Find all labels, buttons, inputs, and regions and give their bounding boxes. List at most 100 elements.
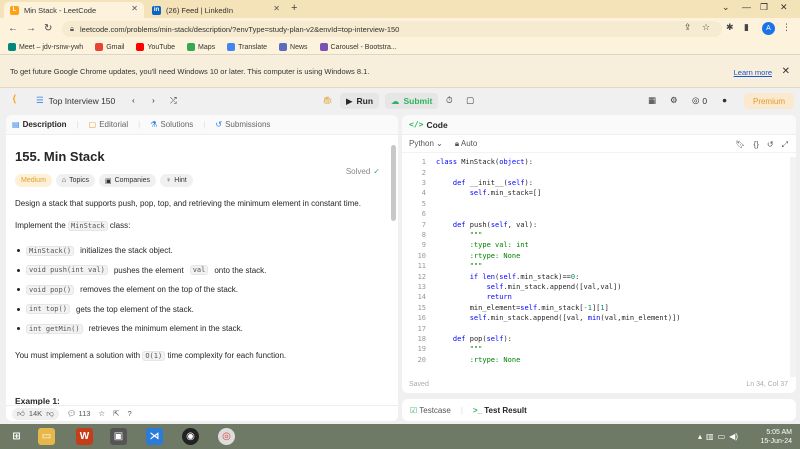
github-icon[interactable]: ◉ (182, 428, 199, 445)
leetcode-logo-icon[interactable]: ⟨ (12, 94, 17, 105)
tab-solutions[interactable]: ⚗ Solutions (150, 120, 193, 129)
bookmark-carousel[interactable]: Carousel - Bootstra... (319, 43, 397, 51)
app-window-icon[interactable]: ▣ (110, 428, 127, 445)
close-icon[interactable]: ✕ (782, 66, 790, 77)
timer-icon[interactable]: ⏱ (446, 95, 453, 106)
settings-gear-icon[interactable]: ⚙ (670, 95, 678, 106)
bookmark-meet[interactable]: Meet – jdv-rsnw-ywh (8, 43, 83, 51)
code-line[interactable]: 1 class MinStack(object): (402, 157, 533, 167)
back-icon[interactable]: ← (8, 23, 18, 34)
help-icon[interactable]: ? (127, 409, 131, 418)
code-line[interactable]: 11 """ (402, 261, 483, 271)
menu-kebab-icon[interactable]: ⋮ (782, 22, 791, 33)
prev-problem-icon[interactable]: ‹ (132, 95, 135, 105)
bookmark-translate[interactable]: Translate (227, 43, 267, 51)
sidepanel-icon[interactable]: ▮ (744, 22, 749, 33)
code-line[interactable]: 10 :rtype: None (402, 251, 521, 261)
code-line[interactable]: 5 (402, 199, 436, 209)
code-line[interactable]: 7 def push(self, val): (402, 219, 537, 229)
tab-test-result[interactable]: >_ Test Result (473, 406, 527, 415)
learn-more-link[interactable]: Learn more (734, 68, 772, 77)
minimize-icon[interactable]: — (742, 2, 751, 12)
battery-icon[interactable]: ▭ (718, 432, 726, 441)
premium-button[interactable]: Premium (744, 93, 794, 109)
code-line[interactable]: 14 return (402, 292, 512, 302)
code-line[interactable]: 4 self.min_stack=[] (402, 188, 542, 198)
code-line[interactable]: 20 :rtype: None (402, 355, 521, 365)
close-window-icon[interactable]: ✕ (780, 2, 788, 13)
tab-submissions[interactable]: ↺ Submissions (215, 120, 270, 129)
bookmark-icon[interactable]: 🔖︎ (735, 140, 745, 150)
reset-icon[interactable]: ↺ (767, 140, 774, 150)
tab-leetcode[interactable]: L Min Stack - LeetCode ✕ (4, 2, 144, 18)
volume-icon[interactable]: ◀) (729, 432, 738, 441)
thumbs-up-icon[interactable]: 👍︎ (17, 409, 25, 419)
tab-testcase[interactable]: ☑ Testcase (410, 406, 451, 415)
auto-mode-toggle[interactable]: 🔒︎ Auto (455, 139, 478, 149)
comments-button[interactable]: 💬︎ 113 (67, 409, 91, 418)
close-tab-icon[interactable]: ✕ (273, 4, 280, 13)
notes-icon[interactable]: ▢ (466, 95, 474, 106)
tab-editorial[interactable]: ▢ Editorial (89, 120, 128, 129)
clock[interactable]: 5:05 AM 15-Jun-24 (760, 428, 792, 446)
problem-title[interactable]: 155. Min Stack (15, 149, 389, 164)
code-line[interactable]: 15 min_element=self.min_stack[-1][1] (402, 303, 609, 313)
code-line[interactable]: 13 self.min_stack.append([val,val]) (402, 282, 622, 292)
new-tab-icon[interactable]: + (291, 2, 297, 14)
code-line[interactable]: 16 self.min_stack.append([val, min(val,m… (402, 313, 681, 323)
hint-badge[interactable]: ♀ Hint (160, 174, 193, 187)
close-tab-icon[interactable]: ✕ (131, 4, 138, 13)
code-line[interactable]: 6 (402, 209, 436, 219)
code-line[interactable]: 19 """ (402, 344, 483, 354)
user-avatar-icon[interactable]: ● (722, 95, 727, 105)
chevron-down-icon[interactable]: ⌄ (722, 2, 730, 13)
reload-icon[interactable]: ↻ (44, 23, 52, 34)
code-line[interactable]: 2 (402, 167, 436, 177)
chrome-icon[interactable]: ◎ (218, 428, 235, 445)
companies-badge[interactable]: ▣ Companies (98, 174, 157, 187)
file-explorer-icon[interactable]: ▭ (38, 428, 55, 445)
expand-icon[interactable]: ⤢ (782, 140, 788, 150)
restore-icon[interactable]: ❐ (760, 2, 768, 13)
thumbs-down-icon[interactable]: 👎︎ (46, 409, 54, 419)
bookmark-news[interactable]: News (279, 43, 308, 51)
bookmark-maps[interactable]: Maps (186, 43, 215, 51)
debug-icon[interactable]: 🐞︎ (322, 95, 333, 106)
bookmark-youtube[interactable]: YouTube (136, 43, 175, 51)
vscode-icon[interactable]: ⋊ (146, 428, 163, 445)
network-icon[interactable]: ▥ (706, 432, 714, 441)
profile-avatar[interactable]: A (762, 22, 775, 35)
format-braces-icon[interactable]: {} (754, 140, 759, 150)
layout-grid-icon[interactable]: ▦ (648, 95, 656, 106)
wps-office-icon[interactable]: W (76, 428, 93, 445)
topics-badge[interactable]: ⌂ Topics (55, 174, 95, 187)
editor-scrollbar[interactable] (790, 157, 796, 377)
code-line[interactable]: 12 if len(self.min_stack)==0: (402, 271, 580, 281)
tray-chevron-icon[interactable]: ▴ (698, 432, 702, 441)
code-editor[interactable]: 1 class MinStack(object): 2 3 def __init__(… (402, 157, 796, 371)
fire-streak-icon[interactable]: ◎ 0 (692, 95, 707, 106)
extensions-icon[interactable]: ✱ (726, 22, 734, 33)
share-icon[interactable]: ⇪ (684, 22, 692, 33)
code-line[interactable]: 8 """ (402, 230, 483, 240)
description-scrollbar[interactable] (391, 145, 396, 221)
forward-icon[interactable]: → (26, 23, 36, 34)
code-line[interactable]: 3 def __init__(self): (402, 178, 533, 188)
favorite-star-icon[interactable]: ☆ (98, 409, 105, 418)
code-line[interactable]: 17 (402, 323, 436, 333)
tab-description[interactable]: ▤ Description (12, 120, 67, 129)
run-button[interactable]: ▶ Run (340, 93, 380, 109)
submit-button[interactable]: ☁ Submit (385, 93, 439, 109)
windows-start-icon[interactable]: ⊞ (8, 428, 25, 445)
bookmark-star-icon[interactable]: ☆ (702, 22, 710, 33)
next-problem-icon[interactable]: › (152, 95, 155, 105)
shuffle-icon[interactable]: ⤮ (170, 95, 177, 106)
url-bar[interactable]: 🔒︎ leetcode.com/problems/min-stack/descr… (62, 21, 722, 37)
share-icon[interactable]: ⇱ (113, 409, 119, 418)
code-line[interactable]: 18 def pop(self): (402, 334, 512, 344)
problem-list-button[interactable]: ☰ Top Interview 150 (36, 95, 115, 106)
code-line[interactable]: 9 :type val: int (402, 240, 529, 250)
language-select[interactable]: Python ⌄ (409, 139, 443, 148)
bookmark-gmail[interactable]: Gmail (95, 43, 124, 51)
tab-linkedin[interactable]: in (26) Feed | LinkedIn ✕ (146, 2, 286, 18)
